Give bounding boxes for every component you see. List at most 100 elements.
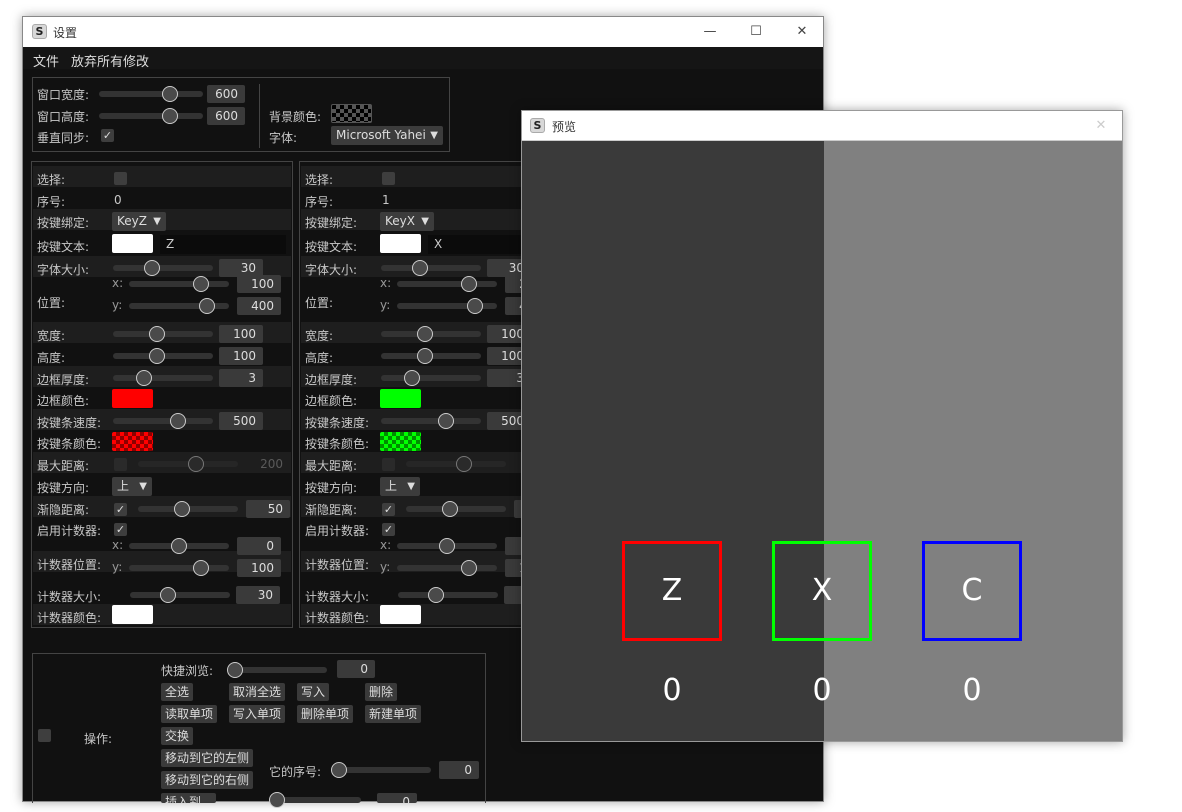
slider-thumb[interactable] [136, 370, 152, 386]
counter-color-swatch[interactable] [380, 605, 421, 624]
slider-thumb[interactable] [144, 260, 160, 276]
slider-thumb[interactable] [442, 501, 458, 517]
slider-thumb[interactable] [160, 587, 176, 603]
deselect-all-button[interactable]: 取消全选 [229, 683, 286, 701]
width-slider[interactable] [113, 326, 213, 342]
text-color-swatch[interactable] [112, 234, 153, 253]
bar-color-swatch[interactable] [112, 432, 153, 451]
max-distance-input[interactable]: 200 [246, 455, 290, 473]
border-thickness-slider[interactable] [113, 370, 213, 386]
height-input[interactable]: 100 [219, 347, 263, 365]
cpos-x-slider[interactable] [397, 538, 497, 554]
enable-counter-checkbox[interactable]: ✓ [114, 523, 127, 536]
move-right-button[interactable]: 移动到它的右侧 [161, 771, 254, 789]
slider-thumb[interactable] [461, 276, 477, 292]
fade-distance-slider[interactable] [406, 501, 506, 517]
slider-thumb[interactable] [170, 413, 186, 429]
quick-browse-input[interactable]: 0 [337, 660, 375, 678]
its-index-slider[interactable] [331, 762, 431, 778]
vsync-checkbox[interactable]: ✓ [101, 129, 114, 142]
slider-thumb[interactable] [428, 587, 444, 603]
enable-counter-checkbox[interactable]: ✓ [382, 523, 395, 536]
width-input[interactable]: 100 [219, 325, 263, 343]
slider-thumb[interactable] [188, 456, 204, 472]
menu-discard-changes[interactable]: 放弃所有修改 [71, 51, 149, 70]
pos-x-slider[interactable] [397, 276, 497, 292]
cpos-y-slider[interactable] [397, 560, 497, 576]
quick-browse-slider[interactable] [227, 662, 327, 678]
key-text-input[interactable]: Z [160, 235, 286, 254]
cpos-x-slider[interactable] [129, 538, 229, 554]
bg-color-swatch[interactable] [331, 104, 372, 123]
fade-checkbox[interactable]: ✓ [114, 503, 127, 516]
border-color-swatch[interactable] [380, 389, 421, 408]
write-button[interactable]: 写入 [297, 683, 330, 701]
slider-thumb[interactable] [404, 370, 420, 386]
pos-y-slider[interactable] [129, 298, 229, 314]
slider-thumb[interactable] [417, 348, 433, 364]
slider-thumb[interactable] [438, 413, 454, 429]
window-height-input[interactable]: 600 [207, 107, 245, 125]
bar-speed-input[interactable]: 500 [219, 412, 263, 430]
window-width-slider[interactable] [99, 86, 203, 102]
select-checkbox[interactable] [114, 172, 127, 185]
fade-checkbox[interactable]: ✓ [382, 503, 395, 516]
move-left-button[interactable]: 移动到它的左侧 [161, 749, 254, 767]
slider-thumb[interactable] [161, 108, 178, 124]
counter-size-slider[interactable] [398, 587, 498, 603]
max-distance-checkbox[interactable] [382, 458, 395, 471]
swap-button[interactable]: 交换 [161, 727, 194, 745]
new-item-button[interactable]: 新建单项 [365, 705, 422, 723]
slider-thumb[interactable] [439, 538, 455, 554]
cpos-x-input[interactable]: 0 [237, 537, 281, 555]
border-color-swatch[interactable] [112, 389, 153, 408]
bar-speed-slider[interactable] [113, 413, 213, 429]
select-all-button[interactable]: 全选 [161, 683, 194, 701]
max-distance-checkbox[interactable] [114, 458, 127, 471]
menu-file[interactable]: 文件 [33, 51, 59, 70]
border-thickness-slider[interactable] [381, 370, 481, 386]
slider-thumb[interactable] [467, 298, 483, 314]
insert-button[interactable]: 插入到... [161, 793, 217, 803]
binding-select[interactable]: KeyZ ▼ [112, 212, 166, 231]
read-item-button[interactable]: 读取单项 [161, 705, 218, 723]
close-button[interactable]: ✕ [779, 17, 825, 47]
slider-thumb[interactable] [149, 348, 165, 364]
delete-button[interactable]: 删除 [365, 683, 398, 701]
partial-input[interactable]: 0 [377, 793, 417, 803]
bar-speed-slider[interactable] [381, 413, 481, 429]
cpos-y-slider[interactable] [129, 560, 229, 576]
partial-slider[interactable] [269, 792, 361, 808]
window-width-input[interactable]: 600 [207, 85, 245, 103]
slider-thumb[interactable] [193, 560, 209, 576]
font-size-slider[interactable] [381, 260, 481, 276]
its-index-input[interactable]: 0 [439, 761, 479, 779]
fade-distance-input[interactable]: 50 [246, 500, 290, 518]
preview-titlebar[interactable]: S 预览 ✕ [522, 111, 1122, 141]
width-slider[interactable] [381, 326, 481, 342]
close-button[interactable]: ✕ [1078, 111, 1124, 141]
direction-select[interactable]: 上▼ [380, 477, 420, 496]
settings-titlebar[interactable]: S 设置 — ☐ ✕ [23, 17, 823, 47]
window-height-slider[interactable] [99, 108, 203, 124]
border-thickness-input[interactable]: 3 [219, 369, 263, 387]
bar-color-swatch[interactable] [380, 432, 421, 451]
cpos-y-input[interactable]: 100 [237, 559, 281, 577]
binding-select[interactable]: KeyX ▼ [380, 212, 434, 231]
height-slider[interactable] [381, 348, 481, 364]
delete-item-button[interactable]: 删除单项 [297, 705, 354, 723]
pos-y-slider[interactable] [397, 298, 497, 314]
max-distance-slider[interactable] [406, 456, 506, 472]
counter-color-swatch[interactable] [112, 605, 153, 624]
slider-thumb[interactable] [227, 662, 243, 678]
counter-size-input[interactable]: 30 [236, 586, 280, 604]
slider-thumb[interactable] [461, 560, 477, 576]
slider-thumb[interactable] [331, 762, 347, 778]
font-size-slider[interactable] [113, 260, 213, 276]
font-select[interactable]: Microsoft Yahei ▼ [331, 126, 443, 145]
fade-distance-slider[interactable] [138, 501, 238, 517]
slider-thumb[interactable] [456, 456, 472, 472]
slider-thumb[interactable] [269, 792, 285, 808]
write-item-button[interactable]: 写入单项 [229, 705, 286, 723]
slider-thumb[interactable] [149, 326, 165, 342]
